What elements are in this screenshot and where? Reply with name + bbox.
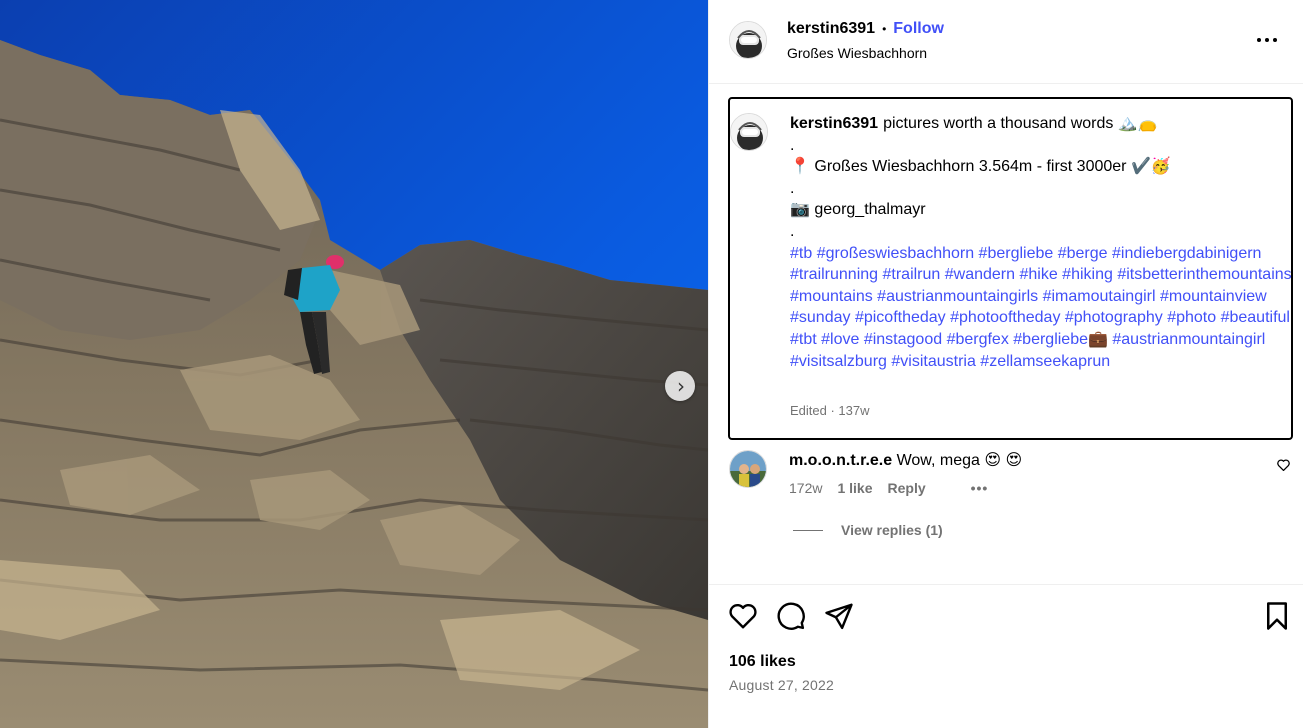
caption-line: . <box>790 179 795 197</box>
more-horizontal-icon[interactable] <box>1255 28 1279 52</box>
view-replies-label: View replies (1) <box>841 522 943 538</box>
comment-meta: 172w 1 like Reply ••• <box>789 480 1003 496</box>
post-details-panel: kerstin6391 • Follow Großes Wiesbachhorn… <box>708 0 1303 728</box>
bookmark-icon[interactable] <box>1264 601 1290 636</box>
view-replies-button[interactable]: View replies (1) <box>793 522 943 538</box>
caption-line: 📍 Großes Wiesbachhorn 3.564m - first 300… <box>790 158 1171 176</box>
caption-username[interactable]: kerstin6391 <box>790 115 878 132</box>
like-count[interactable]: 106 likes <box>729 653 796 671</box>
commenter-avatar-image <box>730 451 766 487</box>
action-bar: 106 likes August 27, 2022 <box>709 584 1303 728</box>
next-photo-button[interactable]: › <box>665 371 695 401</box>
comment-username[interactable]: m.o.o.n.t.r.e.e <box>789 452 892 469</box>
post-photo[interactable]: › <box>0 0 708 728</box>
user-avatar-image <box>730 22 766 58</box>
caption-text: kerstin6391 pictures worth a thousand wor… <box>790 113 1295 372</box>
comment-body: Wow, mega 😍 😍 <box>896 452 1023 469</box>
heart-icon[interactable] <box>728 601 758 636</box>
caption-line: pictures worth a thousand words 🏔️👝 <box>883 115 1158 132</box>
avatar[interactable] <box>729 21 767 59</box>
post-date: August 27, 2022 <box>729 677 834 693</box>
edited-timestamp: Edited · 137w <box>790 403 870 418</box>
post-location[interactable]: Großes Wiesbachhorn <box>787 45 927 61</box>
caption-line: . <box>790 222 795 240</box>
reply-button[interactable]: Reply <box>888 480 926 496</box>
commenter-avatar[interactable] <box>729 450 767 488</box>
comment-icon[interactable] <box>776 601 806 636</box>
mountain-climber-image <box>0 0 708 728</box>
caption-line: . <box>790 136 795 154</box>
divider-line <box>793 529 823 531</box>
comment-more-button[interactable]: ••• <box>971 480 989 496</box>
separator-dot: • <box>882 22 887 36</box>
comment-age: 172w <box>789 480 823 496</box>
caption-block: kerstin6391 pictures worth a thousand wor… <box>728 97 1293 440</box>
comment-text: m.o.o.n.t.r.e.e Wow, mega 😍 😍 <box>789 450 1022 470</box>
heart-icon[interactable] <box>1277 458 1290 476</box>
post-username[interactable]: kerstin6391 <box>787 20 875 38</box>
comment-item: m.o.o.n.t.r.e.e Wow, mega 😍 😍 172w 1 lik… <box>709 445 1303 555</box>
follow-button[interactable]: Follow <box>893 20 944 38</box>
header-line: kerstin6391 • Follow <box>787 20 944 38</box>
comment-likes[interactable]: 1 like <box>837 480 872 496</box>
post-header: kerstin6391 • Follow Großes Wiesbachhorn <box>709 0 1303 84</box>
user-avatar-image <box>731 114 767 150</box>
hashtag-list[interactable]: #tb #großeswiesbachhorn #bergliebe #berg… <box>790 243 1295 373</box>
caption-avatar[interactable] <box>730 113 768 151</box>
chevron-right-icon: › <box>677 374 685 398</box>
caption-line[interactable]: 📷 georg_thalmayr <box>790 199 1295 221</box>
share-icon[interactable] <box>824 601 854 636</box>
